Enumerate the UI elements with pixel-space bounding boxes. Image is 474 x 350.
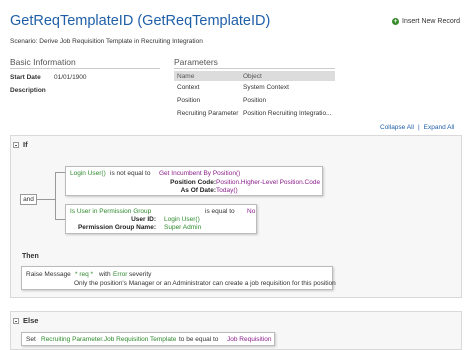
collapse-all-link[interactable]: Collapse All	[380, 124, 414, 131]
start-date-value: 01/01/1900	[54, 74, 87, 81]
condition-2-right[interactable]: No	[247, 208, 255, 215]
param-object: Position Recruiting Integratio...	[243, 110, 332, 117]
page-title: GetReqTemplateID (GetReqTemplateID)	[10, 13, 271, 29]
condition-1-left[interactable]: Login User()	[70, 170, 106, 177]
message-key[interactable]: * req *	[75, 271, 93, 278]
insert-new-record-button[interactable]: + Insert New Record	[392, 18, 460, 25]
set-value[interactable]: Job Requisition	[227, 336, 271, 343]
parameters-divider	[174, 68, 335, 69]
condition-2-operator[interactable]: is equal to	[205, 208, 235, 215]
set-label: Set	[26, 336, 36, 343]
param-value[interactable]: Today()	[216, 187, 238, 194]
then-label: Then	[22, 253, 39, 260]
connector-line	[55, 172, 65, 173]
col-object-header: Object	[243, 72, 262, 80]
set-target[interactable]: Recruiting Parameter.Job Requisition Tem…	[41, 336, 176, 343]
severity-value[interactable]: Error	[113, 271, 127, 278]
connector-line	[55, 172, 56, 219]
severity-text: severity	[129, 271, 152, 278]
condition-1-right[interactable]: Get Incumbent By Position()	[159, 170, 240, 177]
param-label: User ID:	[131, 216, 156, 223]
condition-2-left[interactable]: Is User in Permission Group	[70, 208, 151, 215]
collapse-minus-icon[interactable]	[13, 141, 19, 148]
description-label: Description	[10, 87, 46, 94]
param-value[interactable]: Position.Higher-Level Position.Code	[216, 179, 320, 186]
param-value[interactable]: Login User()	[164, 216, 200, 223]
insert-new-record-label: Insert New Record	[402, 18, 460, 25]
else-header[interactable]: Else	[13, 316, 38, 325]
and-operator[interactable]: and	[20, 194, 37, 205]
connector-line	[55, 219, 65, 220]
condition-1-operator[interactable]: is not equal to	[110, 170, 150, 177]
basic-info-divider	[10, 68, 160, 69]
param-value[interactable]: Super Admin	[164, 224, 201, 231]
plus-circle-icon: +	[392, 18, 399, 25]
scenario-text: Scenario: Derive Job Requisition Templat…	[10, 38, 203, 45]
raise-message-label: Raise Message	[26, 271, 71, 278]
parameters-heading: Parameters	[174, 57, 218, 67]
param-object: System Context	[243, 84, 289, 91]
condition-card-1[interactable]: Login User() is not equal to Get Incumbe…	[65, 166, 323, 196]
param-label: Permission Group Name:	[77, 224, 156, 231]
param-name: Position	[177, 97, 201, 104]
param-name: Recruiting Parameter	[177, 110, 239, 117]
col-name-header: Name	[177, 72, 195, 80]
raise-message-card[interactable]: Raise Message * req * with Error severit…	[21, 266, 336, 290]
if-label: If	[23, 140, 28, 149]
param-object: Position	[243, 97, 267, 104]
param-label: As Of Date:	[180, 187, 216, 194]
condition-card-2[interactable]: Is User in Permission Group is equal to …	[65, 204, 257, 234]
param-label: Position Code:	[170, 179, 216, 186]
basic-info-heading: Basic Information	[10, 57, 76, 67]
start-date-label: Start Date	[10, 74, 41, 81]
with-text: with	[99, 271, 111, 278]
to-be-equal-text: to be equal to	[179, 336, 219, 343]
expand-all-link[interactable]: Expand All	[424, 124, 455, 131]
parameters-table-header: Name Object	[174, 71, 335, 81]
connector-line	[37, 199, 55, 200]
message-text: Only the position's Manager or an Admini…	[74, 280, 336, 287]
else-label: Else	[23, 316, 39, 325]
collapse-expand-controls: Collapse All | Expand All	[380, 124, 454, 131]
set-action-card[interactable]: Set Recruiting Parameter.Job Requisition…	[21, 332, 275, 346]
link-separator: |	[417, 124, 420, 131]
collapse-minus-icon[interactable]	[13, 317, 19, 324]
param-name: Context	[177, 84, 200, 91]
if-header[interactable]: If	[13, 140, 28, 149]
